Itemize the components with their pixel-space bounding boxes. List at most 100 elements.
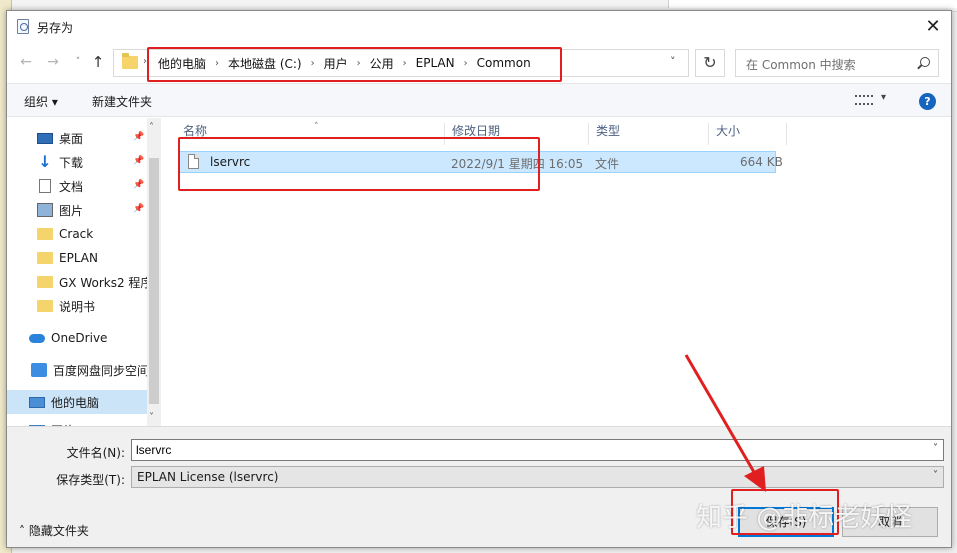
sidebar-scrollbar[interactable]: ˄ ˅ bbox=[147, 118, 161, 426]
chevron-down-icon[interactable]: ˅ bbox=[933, 470, 938, 481]
sidebar-item-label: OneDrive bbox=[51, 331, 108, 345]
chevron-right-icon[interactable]: › bbox=[459, 58, 473, 69]
refresh-button[interactable]: ↻ bbox=[695, 49, 725, 77]
breadcrumb: 他的电脑 › 本地磁盘 (C:) › 用户 › 公用 › EPLAN › Com… bbox=[154, 50, 535, 76]
background-window-top-right bbox=[668, 0, 957, 8]
sidebar-item-manuals[interactable]: 说明书 bbox=[7, 294, 147, 318]
save-dialog-icon bbox=[17, 19, 29, 34]
sidebar-item-network[interactable]: 网络 bbox=[7, 418, 147, 426]
search-icon[interactable] bbox=[920, 57, 930, 67]
breadcrumb-item[interactable]: EPLAN bbox=[412, 56, 459, 70]
filename-field[interactable]: ˅ bbox=[131, 439, 944, 461]
organize-button[interactable]: 组织 ▾ bbox=[24, 93, 58, 110]
sidebar-item-gx-works2[interactable]: GX Works2 程序 bbox=[7, 270, 147, 294]
chevron-right-icon[interactable]: › bbox=[398, 58, 412, 69]
file-size: 664 KB bbox=[740, 155, 783, 169]
sidebar-item-crack[interactable]: Crack bbox=[7, 222, 147, 246]
search-box[interactable]: 在 Common 中搜索 bbox=[735, 49, 939, 77]
title-bar: 另存为 ✕ bbox=[7, 11, 951, 43]
column-header-label: 大小 bbox=[716, 124, 741, 138]
sidebar-item-label: GX Works2 程序 bbox=[59, 275, 147, 290]
folder-icon bbox=[122, 53, 138, 69]
new-folder-button[interactable]: 新建文件夹 bbox=[92, 93, 152, 110]
chevron-right-icon[interactable]: › bbox=[352, 58, 366, 69]
sidebar-item-label: 说明书 bbox=[59, 299, 96, 314]
file-name: lservrc bbox=[210, 155, 251, 169]
filename-input[interactable] bbox=[132, 440, 912, 460]
pin-icon: 📌 bbox=[133, 156, 145, 166]
save-options-panel: 文件名(N): ˅ 保存类型(T): EPLAN License (lservr… bbox=[7, 426, 951, 547]
close-button[interactable]: ✕ bbox=[921, 15, 945, 39]
sidebar-item-baidu-netdisk[interactable]: 百度网盘同步空间 bbox=[7, 358, 147, 382]
sidebar-item-label: 图片 bbox=[59, 203, 84, 218]
scroll-up-icon[interactable]: ˄ bbox=[149, 122, 154, 133]
help-icon[interactable]: ? bbox=[919, 93, 936, 110]
sidebar-item-label: 他的电脑 bbox=[51, 395, 100, 410]
command-bar: 组织 ▾ 新建文件夹 ▾ ? bbox=[7, 83, 951, 117]
filetype-select[interactable]: EPLAN License (lservrc) ˅ bbox=[131, 466, 944, 488]
pin-icon: 📌 bbox=[133, 180, 145, 190]
file-date: 2022/9/1 星期四 16:05 bbox=[451, 157, 584, 171]
sidebar-item-documents[interactable]: 文档 📌 bbox=[7, 174, 147, 198]
breadcrumb-item[interactable]: 本地磁盘 (C:) bbox=[224, 55, 306, 72]
column-header-label: 类型 bbox=[596, 124, 621, 138]
chevron-down-icon: ▾ bbox=[881, 92, 887, 103]
file-list: ˄ 名称 修改日期 类型 大小 lservrc 2022/9/1 星期四 16:… bbox=[162, 118, 951, 426]
chevron-up-icon: ˄ bbox=[19, 524, 29, 538]
file-row[interactable]: lservrc 2022/9/1 星期四 16:05 文件 664 KB bbox=[179, 151, 783, 173]
chevron-down-icon[interactable]: ˅ bbox=[933, 443, 938, 454]
sidebar-item-this-pc[interactable]: 他的电脑 bbox=[7, 390, 147, 414]
picture-icon bbox=[37, 203, 53, 217]
filename-label: 文件名(N): bbox=[66, 446, 125, 460]
file-type: 文件 bbox=[595, 157, 620, 171]
breadcrumb-item[interactable]: 他的电脑 bbox=[154, 55, 210, 72]
scroll-down-icon[interactable]: ˅ bbox=[149, 412, 154, 423]
breadcrumb-item[interactable]: 用户 bbox=[320, 55, 352, 72]
forward-button[interactable]: → bbox=[44, 53, 62, 71]
hide-folders-toggle[interactable]: ˄ 隐藏文件夹 bbox=[19, 522, 89, 539]
up-button[interactable]: ↑ bbox=[89, 53, 107, 71]
computer-icon bbox=[29, 396, 45, 408]
address-bar[interactable]: › 他的电脑 › 本地磁盘 (C:) › 用户 › 公用 › EPLAN › C… bbox=[113, 49, 689, 77]
filetype-label: 保存类型(T): bbox=[56, 473, 125, 487]
column-header-type[interactable]: 类型 bbox=[589, 123, 709, 145]
navigation-pane: 桌面 📌 ↓ 下载 📌 文档 📌 图片 📌 Crack EPLAN GX Wor… bbox=[7, 118, 161, 426]
view-options-button[interactable]: ▾ bbox=[855, 92, 895, 110]
chevron-right-icon[interactable]: › bbox=[143, 56, 147, 67]
recent-locations-button[interactable]: ˅ bbox=[69, 53, 87, 71]
folder-icon bbox=[37, 276, 53, 288]
onedrive-icon bbox=[29, 333, 45, 343]
sidebar-item-label: Crack bbox=[59, 227, 94, 241]
sidebar-item-eplan[interactable]: EPLAN bbox=[7, 246, 147, 270]
pin-icon: 📌 bbox=[133, 132, 145, 142]
chevron-right-icon[interactable]: › bbox=[210, 58, 224, 69]
folder-icon bbox=[37, 300, 53, 312]
chevron-right-icon[interactable]: › bbox=[306, 58, 320, 69]
search-input[interactable]: 在 Common 中搜索 bbox=[746, 56, 856, 73]
sidebar-item-label: 桌面 bbox=[59, 131, 84, 146]
sidebar-item-pictures[interactable]: 图片 📌 bbox=[7, 198, 147, 222]
sidebar-item-label: 百度网盘同步空间 bbox=[53, 363, 147, 378]
file-icon bbox=[188, 154, 199, 169]
breadcrumb-item[interactable]: Common bbox=[473, 56, 535, 70]
view-list-icon bbox=[855, 95, 873, 105]
column-header-label: 名称 bbox=[183, 124, 208, 138]
folder-icon bbox=[37, 252, 53, 264]
column-header-size[interactable]: 大小 bbox=[709, 123, 787, 145]
sidebar-item-onedrive[interactable]: OneDrive bbox=[7, 326, 147, 350]
scrollbar-thumb[interactable] bbox=[149, 158, 159, 404]
sidebar-item-downloads[interactable]: ↓ 下载 📌 bbox=[7, 150, 147, 174]
save-button[interactable]: 保存(S) bbox=[738, 507, 834, 537]
sidebar-item-label: EPLAN bbox=[59, 251, 98, 265]
column-header-name[interactable]: ˄ 名称 bbox=[176, 122, 445, 145]
folder-icon bbox=[37, 228, 53, 240]
sidebar-item-label: 下载 bbox=[59, 155, 84, 170]
back-button[interactable]: ← bbox=[17, 53, 35, 71]
save-as-dialog: 另存为 ✕ ← → ˅ ↑ › 他的电脑 › 本地磁盘 (C:) › 用户 › … bbox=[6, 10, 952, 548]
breadcrumb-item[interactable]: 公用 bbox=[366, 55, 398, 72]
dialog-title: 另存为 bbox=[37, 21, 74, 35]
sidebar-item-desktop[interactable]: 桌面 📌 bbox=[7, 126, 147, 150]
cancel-button[interactable]: 取消 bbox=[842, 507, 938, 537]
column-header-date[interactable]: 修改日期 bbox=[445, 123, 589, 145]
chevron-down-icon[interactable]: ˅ bbox=[670, 55, 676, 68]
